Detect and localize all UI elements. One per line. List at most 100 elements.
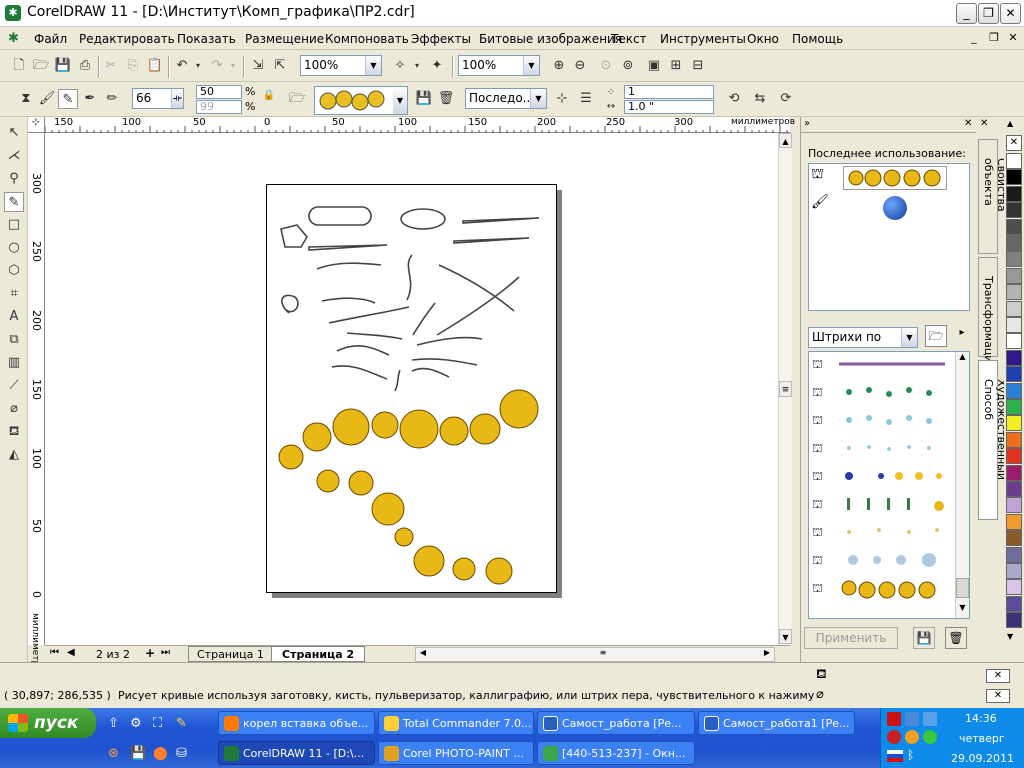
color-swatch[interactable] <box>1006 185 1022 202</box>
scroll-down-icon[interactable]: ▼ <box>779 629 792 644</box>
coreldraw-app-icon[interactable]: ✱ <box>5 5 21 21</box>
antivirus-icon[interactable] <box>887 712 901 726</box>
page-tab-1[interactable]: Страница 1 <box>188 646 273 662</box>
brush-mode-icon[interactable]: 🖌 <box>37 89 57 109</box>
browse-strokes-icon[interactable]: 🗁 <box>925 325 947 347</box>
menu-help[interactable]: Помощь <box>792 32 843 46</box>
cut-icon[interactable]: ✂ <box>101 56 121 76</box>
color-swatch[interactable] <box>1006 448 1022 465</box>
fill-tool-icon[interactable]: ⛾ <box>4 422 24 442</box>
interactive-fill-tool-icon[interactable]: ◭ <box>4 445 24 465</box>
page-tab-2[interactable]: Страница 2 <box>271 646 366 662</box>
add-to-playlist-icon[interactable]: ⊹ <box>552 89 572 109</box>
quicklaunch-icon[interactable]: ⛁ <box>176 746 187 761</box>
color-swatch[interactable] <box>1006 497 1022 514</box>
add-page-icon[interactable]: + <box>145 646 155 660</box>
launcher-dropdown-icon[interactable]: ▾ <box>407 56 427 76</box>
quicklaunch-icon[interactable]: ⛶ <box>153 716 162 731</box>
task-button[interactable]: Corel PHOTO-PAINT ... <box>378 741 534 765</box>
rotation-icon[interactable]: ⟲ <box>724 89 744 109</box>
zoom-height-icon[interactable]: ⊟ <box>688 56 708 76</box>
scroll-thumb[interactable] <box>956 578 969 598</box>
outline-tool-icon[interactable]: ⌀ <box>4 399 24 419</box>
spacing-spinner[interactable]: 1.0 " <box>624 100 714 114</box>
tray-app-icon[interactable] <box>887 730 901 744</box>
vertical-ruler[interactable]: 300 250 200 150 100 50 0 миллиметров <box>28 133 45 677</box>
copy-icon[interactable]: ⎘ <box>123 56 143 76</box>
stroke-order-combo[interactable]: Последо... ▼ <box>465 88 547 109</box>
spinner-icon[interactable]: ⟛ <box>171 89 183 108</box>
preset-list-scrollbar[interactable]: ▲ ▼ <box>955 352 969 618</box>
outline-indicator-icon[interactable]: ⌀ <box>816 687 824 702</box>
menu-file[interactable]: Файл <box>34 32 67 46</box>
import-icon[interactable]: ⇲ <box>248 56 268 76</box>
coreldraw-menu-icon[interactable]: ✱ <box>8 31 22 46</box>
polygon-tool-icon[interactable]: ⬡ <box>4 261 24 281</box>
horizontal-ruler[interactable]: 150 100 50 0 50 100 150 200 250 300 милл… <box>45 117 795 133</box>
open-icon[interactable]: 🗁 <box>31 56 51 76</box>
menu-edit[interactable]: Редактировать <box>79 32 175 46</box>
scroll-up-icon[interactable]: ▲ <box>956 352 969 366</box>
color-swatch[interactable] <box>1006 546 1022 563</box>
zoom-tool-icon[interactable]: ⚲ <box>4 169 24 189</box>
menu-arrange[interactable]: Компоновать <box>325 32 409 46</box>
prev-page-icon[interactable]: ◀ <box>67 647 75 658</box>
new-document-icon[interactable]: 🗋 <box>9 56 29 76</box>
print-icon[interactable]: ⎙ <box>75 56 95 76</box>
preset-stroke-icon[interactable]: ⧗ <box>16 89 36 109</box>
network-icon[interactable] <box>923 712 937 726</box>
doc-restore-button[interactable]: ❐ <box>986 31 1002 45</box>
tab-object-properties[interactable]: Свойства объекта <box>978 139 1008 254</box>
scroll-down-icon[interactable]: ▼ <box>956 603 969 617</box>
save-sprayer-icon[interactable]: 💾 <box>414 89 434 109</box>
task-button[interactable]: Total Commander 7.0... <box>378 711 534 735</box>
zoom-level-combo[interactable]: 100% ▼ <box>300 55 382 76</box>
color-swatch[interactable] <box>1006 399 1022 415</box>
restore-button[interactable]: ❐ <box>978 3 999 24</box>
scroll-up-icon[interactable]: ▲ <box>779 133 792 148</box>
task-button[interactable]: Самост_работа1 [Ре... <box>698 711 855 735</box>
size-spinner-1[interactable]: 50 <box>196 85 242 99</box>
save-icon[interactable]: 💾 <box>53 56 73 76</box>
eyedropper-tool-icon[interactable]: ⟋ <box>4 376 24 396</box>
menu-tools[interactable]: Инструменты <box>660 32 746 46</box>
drawing-canvas[interactable] <box>45 133 778 645</box>
vertical-scrollbar[interactable]: ▲ ≡ ▼ <box>778 133 792 645</box>
zoom-selected-icon[interactable]: ⊙ <box>596 56 616 76</box>
pressure-mode-icon[interactable]: ✏ <box>102 89 122 109</box>
color-swatch[interactable] <box>1006 349 1022 366</box>
palette-scroll-up-icon[interactable]: ▲ <box>1007 119 1013 128</box>
text-tool-icon[interactable]: A <box>4 307 24 327</box>
open-sprayer-file-icon[interactable]: 🗁 <box>287 89 307 109</box>
color-swatch[interactable] <box>1006 382 1022 399</box>
horizontal-scrollbar[interactable]: ◀ ≡ ▶ <box>415 647 775 662</box>
task-button[interactable]: [440-513-237] - Окн... <box>537 741 695 765</box>
interactive-transparency-tool-icon[interactable]: ▥ <box>4 353 24 373</box>
color-swatch[interactable] <box>1006 202 1022 219</box>
basic-shapes-tool-icon[interactable]: ⌗ <box>4 284 24 304</box>
zoom-width-icon[interactable]: ⊞ <box>666 56 686 76</box>
interactive-blend-tool-icon[interactable]: ⧉ <box>4 330 24 350</box>
artistic-media-tool-icon[interactable]: ✎ <box>4 192 24 212</box>
delete-sprayer-icon[interactable]: 🗑 <box>436 89 456 109</box>
undo-dropdown-icon[interactable]: ▾ <box>188 56 208 76</box>
rectangle-tool-icon[interactable]: □ <box>4 215 24 235</box>
color-swatch[interactable] <box>1006 513 1022 530</box>
ruler-origin-icon[interactable]: ⊹ <box>28 117 45 133</box>
outline-none-swatch[interactable]: ✕ <box>986 689 1010 703</box>
last-page-icon[interactable]: ⏭ <box>161 647 170 658</box>
clock-time[interactable]: 14:36 <box>965 712 997 725</box>
tray-app-icon[interactable] <box>905 730 919 744</box>
sprayer-mode-icon[interactable]: ✎ <box>58 89 78 109</box>
ellipse-tool-icon[interactable]: ○ <box>4 238 24 258</box>
color-swatch[interactable] <box>1006 267 1022 284</box>
menu-layout[interactable]: Размещение <box>245 32 324 46</box>
recent-strokes-list[interactable]: ⛫ 🖌 <box>808 163 970 311</box>
zoom-page-icon[interactable]: ▣ <box>644 56 664 76</box>
color-swatch[interactable] <box>1006 284 1022 301</box>
color-swatch[interactable] <box>1006 251 1022 268</box>
calligraphic-mode-icon[interactable]: ✒ <box>80 89 100 109</box>
color-swatch[interactable] <box>1006 415 1022 432</box>
stroke-preset-list[interactable]: ⛫ ⛫ ⛫ ⛫ ⛫ ⛫ ⛫ ⛫ ⛫ ▲ ▼ <box>808 351 970 619</box>
color-swatch[interactable] <box>1006 218 1022 235</box>
